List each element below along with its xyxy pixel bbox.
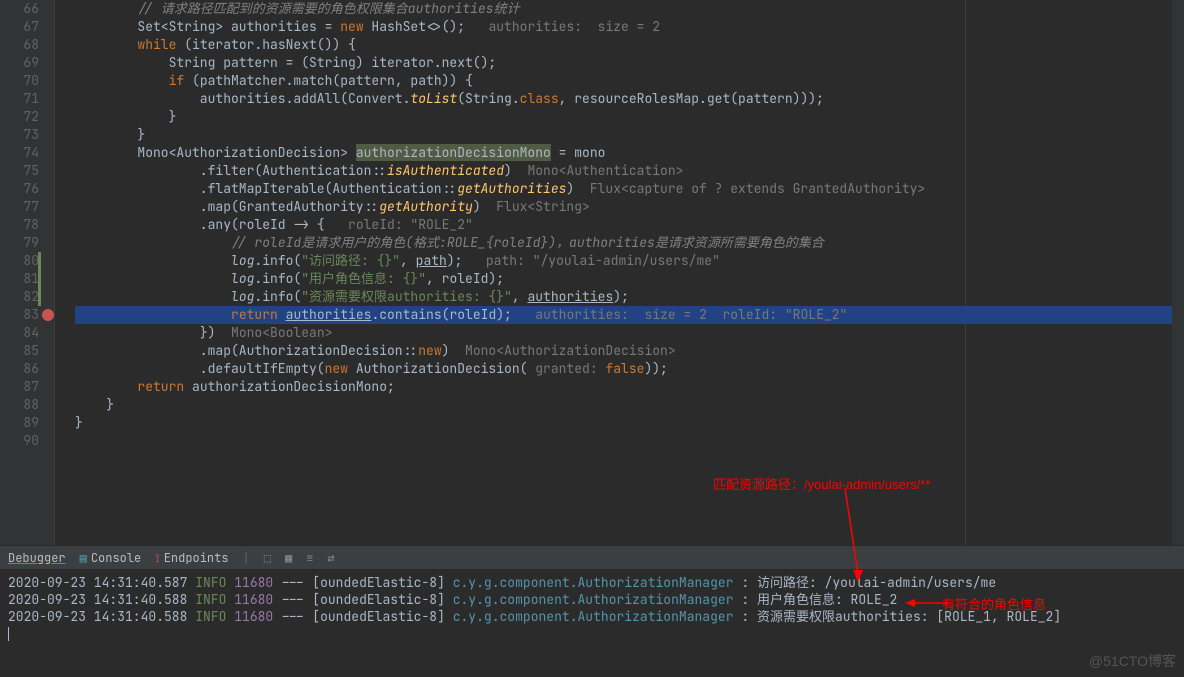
line-number: 86 [0,360,39,378]
line-number: 82 [0,288,39,306]
code-line[interactable]: .filter(Authentication::isAuthenticated)… [75,162,1184,180]
line-number: 70 [0,72,39,90]
line-number: 75 [0,162,39,180]
code-line[interactable]: } [75,414,1184,432]
line-number: 76 [0,180,39,198]
code-line[interactable]: authorities.addAll(Convert.toList(String… [75,90,1184,108]
line-number: 90 [0,432,39,450]
code-line[interactable]: return authorizationDecisionMono; [75,378,1184,396]
line-number: 85 [0,342,39,360]
debug-tabs: Debugger ▤Console ⟟Endpoints | ⬚ ▦ ≡ ⇄ [0,545,1184,570]
code-line[interactable]: .defaultIfEmpty(new AuthorizationDecisio… [75,360,1184,378]
line-number: 69 [0,54,39,72]
line-number: 84 [0,324,39,342]
scrollbar-map[interactable] [1172,0,1184,545]
code-line[interactable]: .any(roleId -> { roleId: "ROLE_2" [75,216,1184,234]
console-cursor [8,627,9,641]
log-line: 2020-09-23 14:31:40.587 INFO 11680 --- [… [8,574,1176,591]
code-area[interactable]: // 请求路径匹配到的资源需要的角色权限集合authorities统计 Set<… [55,0,1184,545]
list-icon[interactable]: ≡ [306,550,313,566]
code-editor[interactable]: 66 67 68 69 70 71 72 73 74 75 76 77 78 7… [0,0,1184,545]
code-line[interactable]: .map(GrantedAuthority::getAuthority) Flu… [75,198,1184,216]
annotation-role-info: 有符合的角色信息 [942,594,1046,613]
line-number: 72 [0,108,39,126]
line-number: 80 [0,252,39,270]
code-line[interactable]: }) Mono<Boolean> [75,324,1184,342]
tab-console[interactable]: ▤Console [80,550,142,566]
line-number: 78 [0,216,39,234]
line-number: 66 [0,0,39,18]
line-number: 71 [0,90,39,108]
margin-guide [965,0,966,545]
console-icon: ▤ [80,550,87,566]
endpoints-icon: ⟟ [155,550,159,566]
line-number: 68 [0,36,39,54]
code-line[interactable]: } [75,126,1184,144]
code-line[interactable] [75,432,1184,450]
code-line[interactable]: log.info("访问路径: {}", path); path: "/youl… [75,252,1184,270]
watermark: @51CTO博客 [1089,651,1176,671]
divider: | [243,550,250,566]
tab-endpoints[interactable]: ⟟Endpoints [155,550,228,566]
line-number: 67 [0,18,39,36]
code-line[interactable]: Set<String> authorities = new HashSet<>(… [75,18,1184,36]
calculator-icon[interactable]: ▦ [285,550,292,566]
line-number: 88 [0,396,39,414]
line-number: 87 [0,378,39,396]
annotation-resource-path: 匹配资源路径：/youlai-admin/users/** [713,474,930,493]
code-line[interactable]: log.info("资源需要权限authorities: {}", author… [75,288,1184,306]
line-number: 83 [0,306,39,324]
line-gutter: 66 67 68 69 70 71 72 73 74 75 76 77 78 7… [0,0,55,545]
code-line[interactable]: Mono<AuthorizationDecision> authorizatio… [75,144,1184,162]
code-line[interactable]: } [75,396,1184,414]
line-number: 81 [0,270,39,288]
line-number: 77 [0,198,39,216]
code-line[interactable]: // roleId是请求用户的角色(格式:ROLE_{roleId})，auth… [75,234,1184,252]
code-line[interactable]: while (iterator.hasNext()) { [75,36,1184,54]
tool-icon[interactable]: ⬚ [264,550,271,566]
arrow-icon [830,488,870,583]
breakpoint-icon[interactable] [42,309,54,321]
threads-icon[interactable]: ⇄ [327,550,334,566]
code-line[interactable]: if (pathMatcher.match(pattern, path)) { [75,72,1184,90]
line-number: 89 [0,414,39,432]
code-line-execution[interactable]: return authorities.contains(roleId); aut… [75,306,1184,324]
code-line[interactable]: .flatMapIterable(Authentication::getAuth… [75,180,1184,198]
line-number: 74 [0,144,39,162]
code-line[interactable]: // 请求路径匹配到的资源需要的角色权限集合authorities统计 [75,0,1184,18]
line-number: 79 [0,234,39,252]
code-line[interactable]: log.info("用户角色信息: {}", roleId); [75,270,1184,288]
arrow-icon [905,598,949,608]
tab-debugger[interactable]: Debugger [8,550,66,566]
code-line[interactable]: } [75,108,1184,126]
code-line[interactable]: String pattern = (String) iterator.next(… [75,54,1184,72]
code-line[interactable]: .map(AuthorizationDecision::new) Mono<Au… [75,342,1184,360]
line-number: 73 [0,126,39,144]
